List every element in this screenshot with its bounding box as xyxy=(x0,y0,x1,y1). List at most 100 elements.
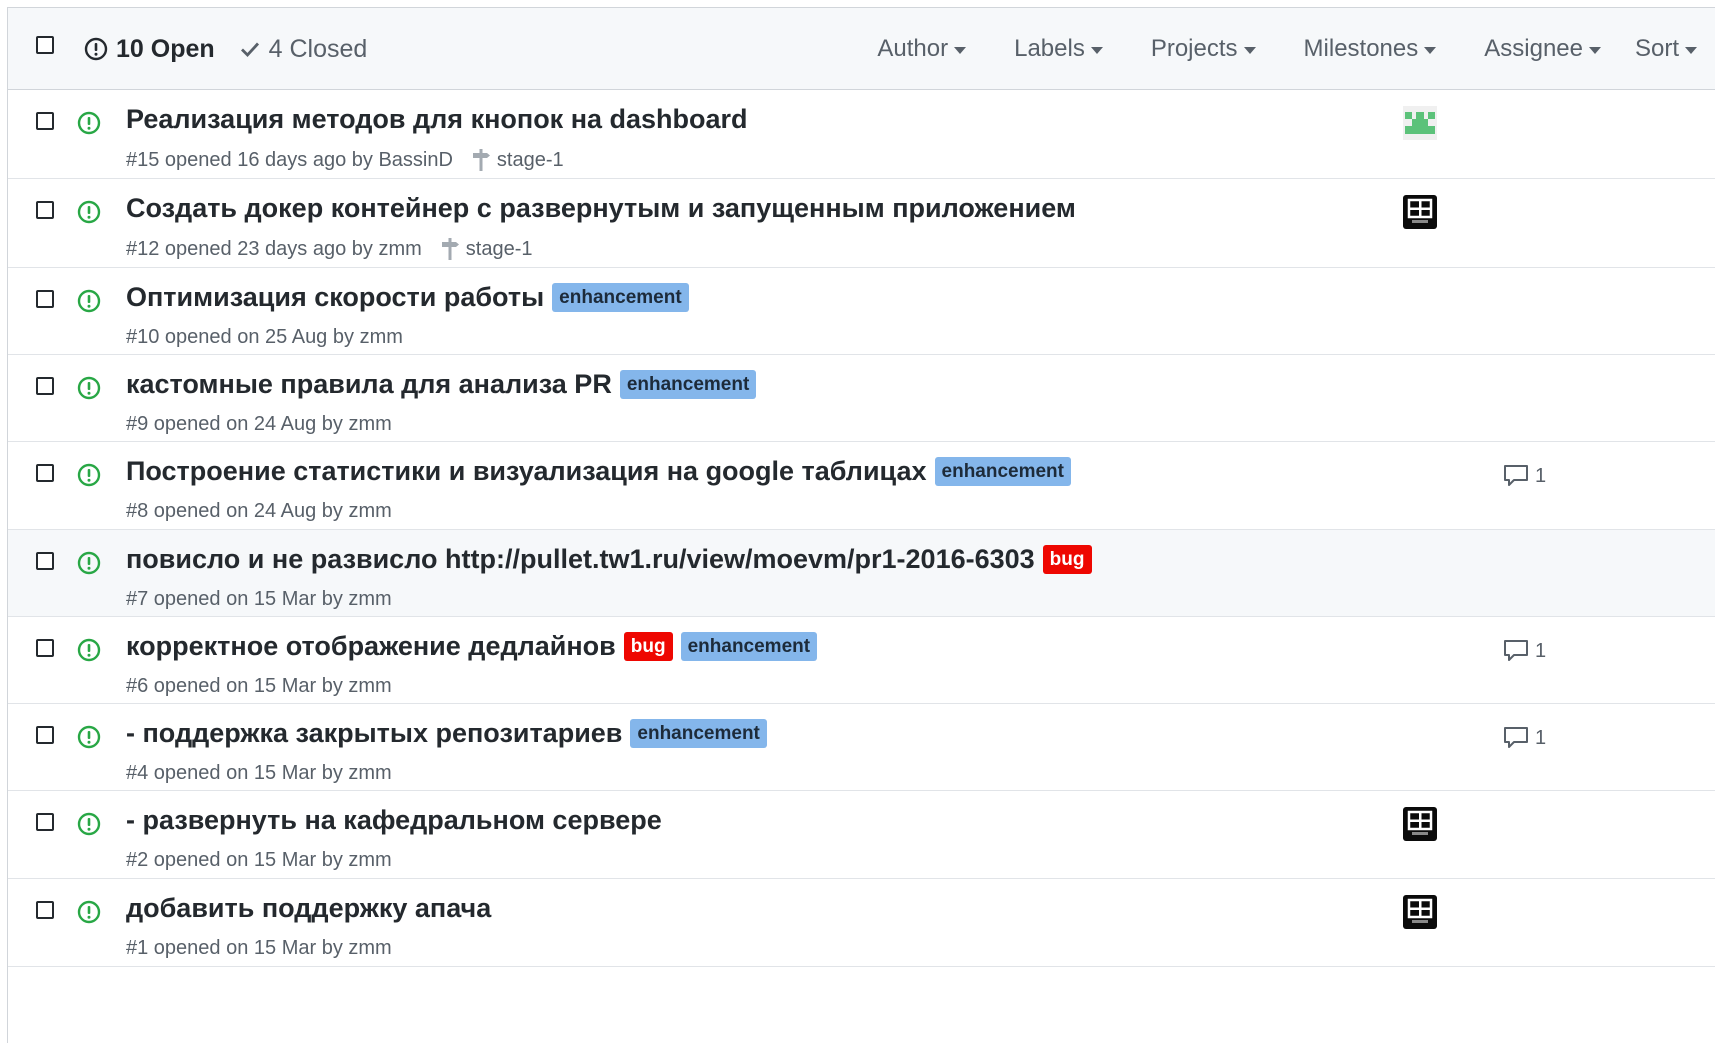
issue-checkbox[interactable] xyxy=(36,290,54,308)
identicon-green-icon[interactable] xyxy=(1403,106,1437,140)
issue-meta-text: #2 opened on 15 Mar by xyxy=(126,849,343,871)
issue-checkbox[interactable] xyxy=(36,901,54,919)
issue-title-link[interactable]: - развернуть на кафедральном сервере xyxy=(126,805,662,836)
issue-row[interactable]: Реализация методов для кнопок на dashboa… xyxy=(8,90,1715,179)
issue-author-link[interactable]: zmm xyxy=(348,762,391,785)
open-count: 10 Open xyxy=(116,34,215,63)
issue-title-line: - поддержка закрытых репозитариев enhance… xyxy=(126,718,767,749)
issue-author-link[interactable]: zmm xyxy=(348,413,391,436)
milestone-link[interactable]: stage-1 xyxy=(471,148,564,172)
issue-title-link[interactable]: Создать докер контейнер с развернутым и … xyxy=(126,193,1076,224)
issue-author-link[interactable]: BassinD xyxy=(378,149,452,172)
label-enhancement[interactable]: enhancement xyxy=(552,283,689,312)
dark-avatar-icon[interactable] xyxy=(1403,895,1437,929)
issue-title-line: Реализация методов для кнопок на dashboa… xyxy=(126,104,748,135)
issue-row[interactable]: Оптимизация скорости работы enhancement #1… xyxy=(8,268,1715,355)
issue-meta: #4 opened on 15 Mar by zmm xyxy=(126,762,392,785)
issue-author-link[interactable]: zmm xyxy=(378,238,421,261)
issue-meta: #1 opened on 15 Mar by zmm xyxy=(126,937,392,960)
issue-title-line: Построение статистики и визуализация на … xyxy=(126,456,1071,487)
issue-author-link[interactable]: zmm xyxy=(348,849,391,872)
issue-opened-icon xyxy=(77,376,101,400)
issue-title-link[interactable]: добавить поддержку апача xyxy=(126,893,491,924)
issue-title-link[interactable]: кастомные правила для анализа PR xyxy=(126,369,612,400)
issue-checkbox[interactable] xyxy=(36,726,54,744)
label-bug[interactable]: bug xyxy=(623,632,673,661)
issue-meta-text: #8 opened on 24 Aug by xyxy=(126,500,343,522)
filter-label: Milestones xyxy=(1303,35,1419,62)
issue-meta: #6 opened on 15 Mar by zmm xyxy=(126,675,392,698)
issue-author-link[interactable]: zmm xyxy=(360,326,403,349)
author-filter[interactable]: Author xyxy=(877,35,967,63)
issue-title-link[interactable]: Оптимизация скорости работы xyxy=(126,282,544,313)
caret-down-icon xyxy=(1243,47,1256,54)
issue-author-link[interactable]: zmm xyxy=(348,588,391,611)
issue-row[interactable]: повисло и не развисло http://pullet.tw1.… xyxy=(8,530,1715,617)
issue-author-link[interactable]: zmm xyxy=(348,675,391,698)
filter-label: Sort xyxy=(1634,35,1679,62)
issue-checkbox[interactable] xyxy=(36,552,54,570)
comment-count: 1 xyxy=(1535,726,1547,749)
filter-label: Author xyxy=(877,35,949,62)
issue-row[interactable]: Построение статистики и визуализация на … xyxy=(8,442,1715,530)
issue-title-line: - развернуть на кафедральном сервере xyxy=(126,805,662,836)
label-enhancement[interactable]: enhancement xyxy=(934,457,1071,486)
issue-row[interactable]: - поддержка закрытых репозитариев enhance… xyxy=(8,704,1715,791)
milestone-icon xyxy=(441,238,459,260)
issue-row[interactable]: - развернуть на кафедральном сервере #2 o… xyxy=(8,791,1715,879)
comments-link[interactable]: 1 xyxy=(1503,726,1546,750)
comment-count: 1 xyxy=(1535,639,1547,662)
issue-row[interactable]: Создать докер контейнер с развернутым и … xyxy=(8,179,1715,268)
projects-filter[interactable]: Projects xyxy=(1151,35,1256,63)
issues-list: 10 Open 4 Closed Author Labels Projects xyxy=(7,7,1715,1043)
filter-label: Projects xyxy=(1150,35,1238,62)
select-all-checkbox[interactable] xyxy=(36,36,54,54)
issue-checkbox[interactable] xyxy=(36,813,54,831)
issue-author-link[interactable]: zmm xyxy=(348,500,391,523)
label-enhancement[interactable]: enhancement xyxy=(680,632,818,661)
issue-row[interactable]: добавить поддержку апача #1 opened on 15 … xyxy=(8,879,1715,967)
issue-opened-icon xyxy=(77,200,101,224)
issue-title-line: повисло и не развисло http://pullet.tw1.… xyxy=(126,544,1092,575)
dark-avatar-icon[interactable] xyxy=(1403,807,1437,841)
label-bug[interactable]: bug xyxy=(1042,545,1092,574)
label-enhancement[interactable]: enhancement xyxy=(630,719,767,748)
issue-title-link[interactable]: повисло и не развисло http://pullet.tw1.… xyxy=(126,544,1035,575)
issue-checkbox[interactable] xyxy=(36,639,54,657)
issue-checkbox[interactable] xyxy=(36,377,54,395)
issue-checkbox[interactable] xyxy=(36,464,54,482)
milestones-filter[interactable]: Milestones xyxy=(1304,35,1437,63)
issue-opened-icon xyxy=(77,900,101,924)
issue-row[interactable]: корректное отображение дедлайнов bug enhan… xyxy=(8,617,1715,704)
issue-checkbox[interactable] xyxy=(36,112,54,130)
issue-title-link[interactable]: корректное отображение дедлайнов xyxy=(126,631,616,662)
label-enhancement[interactable]: enhancement xyxy=(619,370,757,399)
issue-checkbox[interactable] xyxy=(36,201,54,219)
issue-opened-icon xyxy=(84,37,108,61)
issue-row[interactable]: кастомные правила для анализа PR enhancem… xyxy=(8,355,1715,442)
issue-meta-text: #1 opened on 15 Mar by xyxy=(126,937,343,959)
comments-link[interactable]: 1 xyxy=(1503,639,1546,663)
milestone-link[interactable]: stage-1 xyxy=(440,237,532,261)
closed-issues-tab[interactable]: 4 Closed xyxy=(239,34,368,64)
issue-meta: #15 opened 16 days ago by BassinD stage-1 xyxy=(126,148,564,172)
issue-title-link[interactable]: Реализация методов для кнопок на dashboa… xyxy=(126,104,748,135)
caret-down-icon xyxy=(1588,47,1601,54)
issue-author-link[interactable]: zmm xyxy=(348,937,391,960)
issue-meta-text: #7 opened on 15 Mar by xyxy=(126,588,343,610)
issue-title-link[interactable]: - поддержка закрытых репозитариев xyxy=(126,718,622,749)
caret-down-icon xyxy=(954,47,967,54)
issue-meta: #8 opened on 24 Aug by zmm xyxy=(126,500,392,523)
dark-avatar-icon[interactable] xyxy=(1403,195,1437,229)
labels-filter[interactable]: Labels xyxy=(1014,35,1103,63)
issues-list-header: 10 Open 4 Closed Author Labels Projects xyxy=(8,8,1715,90)
closed-count: 4 Closed xyxy=(268,34,368,63)
assignee-filter[interactable]: Assignee xyxy=(1484,35,1601,63)
issue-meta-text: #9 opened on 24 Aug by xyxy=(126,413,343,435)
comments-link[interactable]: 1 xyxy=(1503,464,1546,488)
open-issues-tab[interactable]: 10 Open xyxy=(84,35,215,64)
issue-meta-text: #10 opened on 25 Aug by xyxy=(126,326,354,348)
issue-meta: #7 opened on 15 Mar by zmm xyxy=(126,588,392,611)
issue-title-link[interactable]: Построение статистики и визуализация на … xyxy=(126,456,927,487)
sort-filter[interactable]: Sort xyxy=(1635,35,1697,63)
